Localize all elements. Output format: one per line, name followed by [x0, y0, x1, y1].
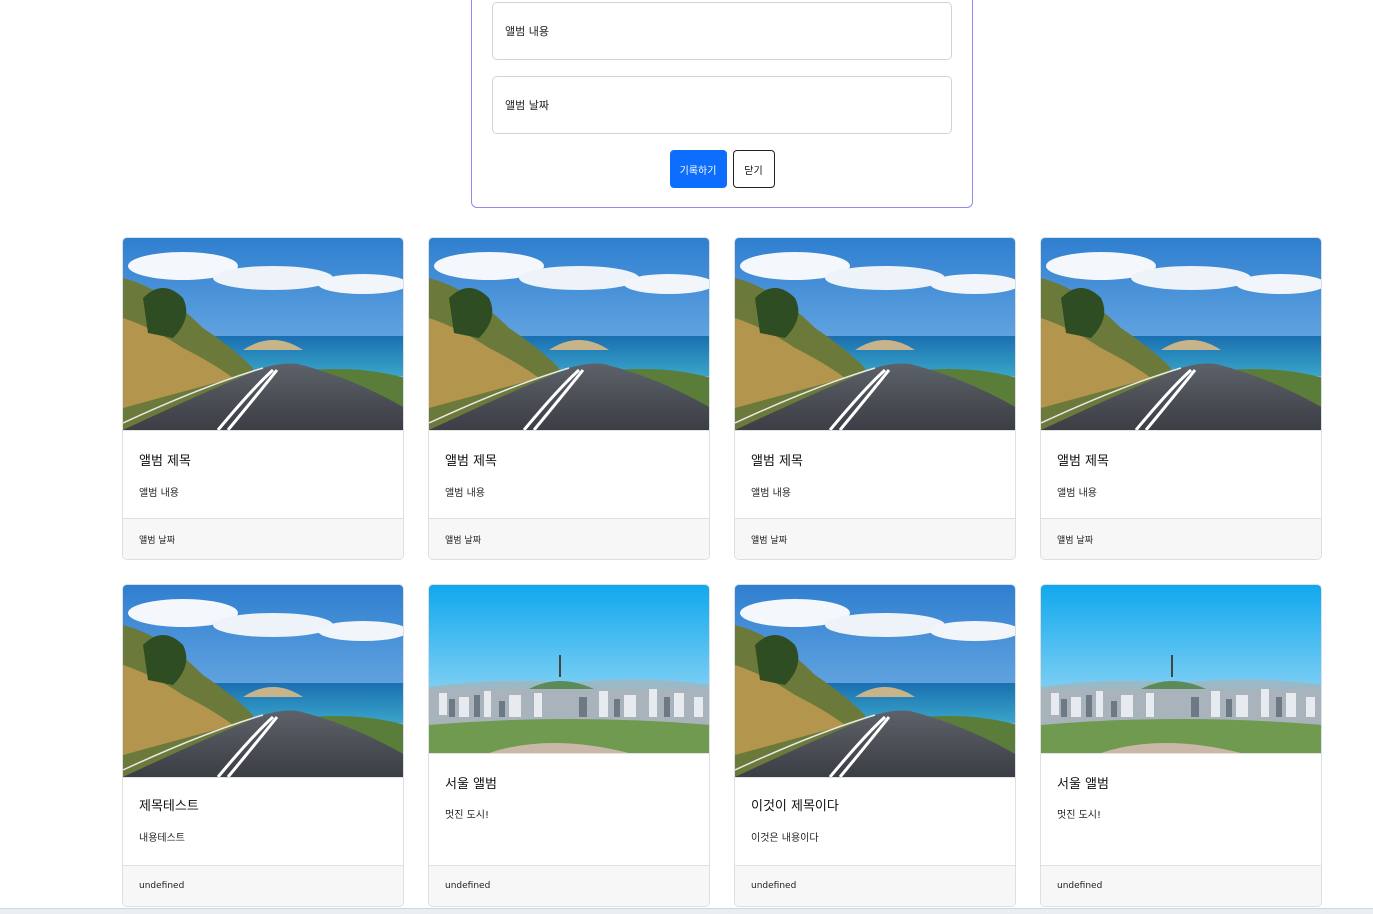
album-card-image [735, 238, 1015, 431]
form-button-row: 기록하기 닫기 [472, 150, 972, 188]
album-card[interactable]: 서울 앨범 멋진 도시! undefined [428, 584, 710, 907]
album-date-input[interactable] [492, 76, 952, 134]
album-card[interactable]: 앨범 제목 앨범 내용 앨범 날짜 [122, 237, 404, 560]
album-card-title: 서울 앨범 [445, 777, 497, 792]
album-card[interactable]: 서울 앨범 멋진 도시! undefined [1040, 584, 1322, 907]
album-card-text: 멋진 도시! [1057, 810, 1101, 821]
album-card-text: 멋진 도시! [445, 810, 489, 821]
album-card-title: 서울 앨범 [1057, 777, 1109, 792]
album-card[interactable]: 앨범 제목 앨범 내용 앨범 날짜 [428, 237, 710, 560]
album-card-text: 앨범 내용 [139, 488, 179, 499]
album-card-image [735, 585, 1015, 778]
close-button[interactable]: 닫기 [732, 150, 775, 188]
album-card-title: 이것이 제목이다 [751, 799, 839, 814]
album-card-image [1041, 238, 1321, 431]
album-card-title: 제목테스트 [139, 799, 199, 814]
album-card-text: 앨범 내용 [445, 488, 485, 499]
submit-button[interactable]: 기록하기 [669, 150, 727, 188]
album-card-title: 앨범 제목 [751, 454, 803, 469]
album-form-panel: 기록하기 닫기 [471, 0, 973, 208]
album-card-image [123, 585, 403, 778]
album-card-image [429, 238, 709, 431]
album-card-footer: undefined [1041, 865, 1321, 906]
album-card-footer: undefined [429, 865, 709, 906]
album-card-image [123, 238, 403, 431]
album-card[interactable]: 제목테스트 내용테스트 undefined [122, 584, 404, 907]
album-card-title: 앨범 제목 [139, 454, 191, 469]
album-card-footer: undefined [123, 865, 403, 906]
album-card[interactable]: 앨범 제목 앨범 내용 앨범 날짜 [1040, 237, 1322, 560]
album-card-image [429, 585, 709, 754]
album-card-title: 앨범 제목 [445, 454, 497, 469]
album-card-text: 앨범 내용 [751, 488, 791, 499]
album-card-text: 이것은 내용이다 [751, 833, 819, 844]
album-card-image [1041, 585, 1321, 754]
album-card-footer: 앨범 날짜 [123, 518, 403, 559]
album-card-title: 앨범 제목 [1057, 454, 1109, 469]
album-card-footer: 앨범 날짜 [429, 518, 709, 559]
album-card[interactable]: 이것이 제목이다 이것은 내용이다 undefined [734, 584, 1016, 907]
horizontal-scrollbar[interactable] [0, 908, 1373, 914]
album-card-text: 앨범 내용 [1057, 488, 1097, 499]
album-content-input[interactable] [492, 2, 952, 60]
album-card[interactable]: 앨범 제목 앨범 내용 앨범 날짜 [734, 237, 1016, 560]
album-card-footer: 앨범 날짜 [735, 518, 1015, 559]
album-card-footer: 앨범 날짜 [1041, 518, 1321, 559]
album-card-footer: undefined [735, 865, 1015, 906]
album-card-text: 내용테스트 [139, 833, 185, 844]
